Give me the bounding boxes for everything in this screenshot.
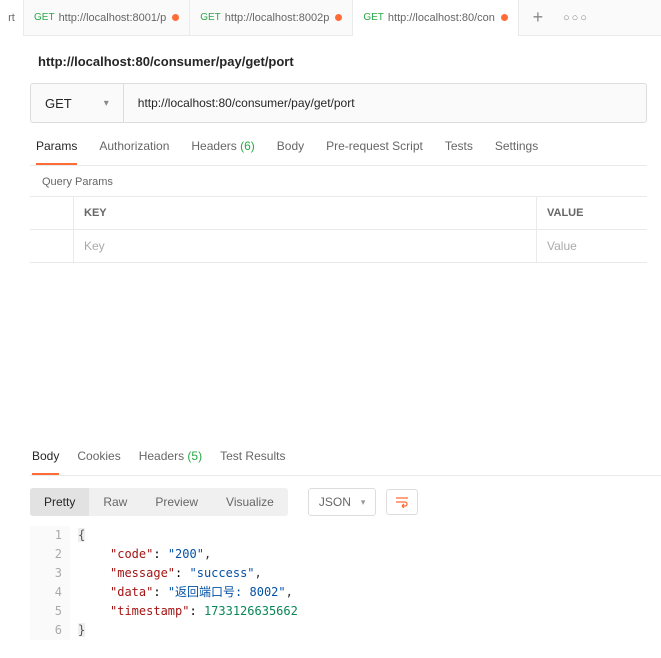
headers-count: (6) (240, 139, 255, 153)
request-url-bar: GET ▾ (30, 83, 647, 123)
request-tab-3[interactable]: GET http://localhost:80/con (353, 0, 519, 36)
method-value: GET (45, 96, 72, 111)
tab-settings[interactable]: Settings (495, 139, 538, 165)
tab-label: http://localhost:8001/p (59, 12, 167, 24)
tab-prerequest[interactable]: Pre-request Script (326, 139, 423, 165)
tabs-container: GET http://localhost:8001/p GET http://l… (24, 0, 519, 36)
params-table: KEY VALUE (30, 196, 647, 263)
request-tab-1[interactable]: GET http://localhost:8001/p (24, 0, 190, 36)
param-value-input[interactable] (547, 239, 637, 253)
tab-authorization[interactable]: Authorization (99, 139, 169, 165)
response-headers-label: Headers (139, 449, 184, 463)
left-stub: rt (0, 0, 24, 36)
tab-method: GET (363, 12, 384, 23)
chevron-down-icon: ▾ (104, 98, 109, 109)
unsaved-dot-icon (172, 14, 179, 21)
col-spacer (30, 230, 74, 262)
wrap-lines-button[interactable] (386, 489, 418, 515)
view-raw[interactable]: Raw (89, 488, 141, 516)
col-key-header: KEY (74, 197, 537, 229)
response-tab-test-results[interactable]: Test Results (220, 449, 285, 475)
response-tab-cookies[interactable]: Cookies (77, 449, 120, 475)
response-tabs: Body Cookies Headers (5) Test Results (30, 449, 661, 476)
params-table-head: KEY VALUE (30, 197, 647, 230)
more-tabs-button[interactable]: ○○○ (557, 0, 595, 36)
col-value-header: VALUE (537, 197, 647, 229)
response-body: 123456 { "code": "200", "message": "succ… (30, 526, 661, 658)
unsaved-dot-icon (335, 14, 342, 21)
tab-label: http://localhost:8002p (225, 12, 330, 24)
response-tab-body[interactable]: Body (32, 449, 59, 475)
tab-headers-label: Headers (191, 139, 236, 153)
url-input[interactable] (124, 84, 646, 122)
query-params-heading: Query Params (30, 166, 661, 196)
view-visualize[interactable]: Visualize (212, 488, 288, 516)
view-pretty[interactable]: Pretty (30, 488, 89, 516)
tab-body[interactable]: Body (277, 139, 304, 165)
tab-headers[interactable]: Headers (6) (191, 139, 254, 165)
response-headers-count: (5) (187, 449, 202, 463)
tab-method: GET (200, 12, 221, 23)
request-title: http://localhost:80/consumer/pay/get/por… (30, 36, 661, 83)
view-preview[interactable]: Preview (141, 488, 212, 516)
unsaved-dot-icon (501, 14, 508, 21)
request-sub-tabs: Params Authorization Headers (6) Body Pr… (30, 123, 647, 166)
tab-params[interactable]: Params (36, 139, 77, 165)
request-tab-2[interactable]: GET http://localhost:8002p (190, 0, 353, 36)
response-view-row: Pretty Raw Preview Visualize JSON ▾ (30, 476, 661, 526)
col-spacer (30, 197, 74, 229)
tab-tests[interactable]: Tests (445, 139, 473, 165)
format-dropdown[interactable]: JSON ▾ (308, 488, 377, 516)
json-code[interactable]: { "code": "200", "message": "success", "… (70, 526, 298, 640)
line-gutter: 123456 (30, 526, 70, 640)
view-mode-buttons: Pretty Raw Preview Visualize (30, 488, 288, 516)
response-tab-headers[interactable]: Headers (5) (139, 449, 202, 475)
tab-bar: rt GET http://localhost:8001/p GET http:… (0, 0, 661, 36)
tab-method: GET (34, 12, 55, 23)
tab-label: http://localhost:80/con (388, 12, 495, 24)
format-value: JSON (319, 495, 351, 509)
params-table-row (30, 230, 647, 263)
param-key-input[interactable] (84, 239, 526, 253)
chevron-down-icon: ▾ (361, 497, 366, 508)
wrap-icon (395, 496, 409, 508)
method-selector[interactable]: GET ▾ (31, 84, 124, 122)
new-tab-button[interactable]: + (519, 0, 557, 36)
